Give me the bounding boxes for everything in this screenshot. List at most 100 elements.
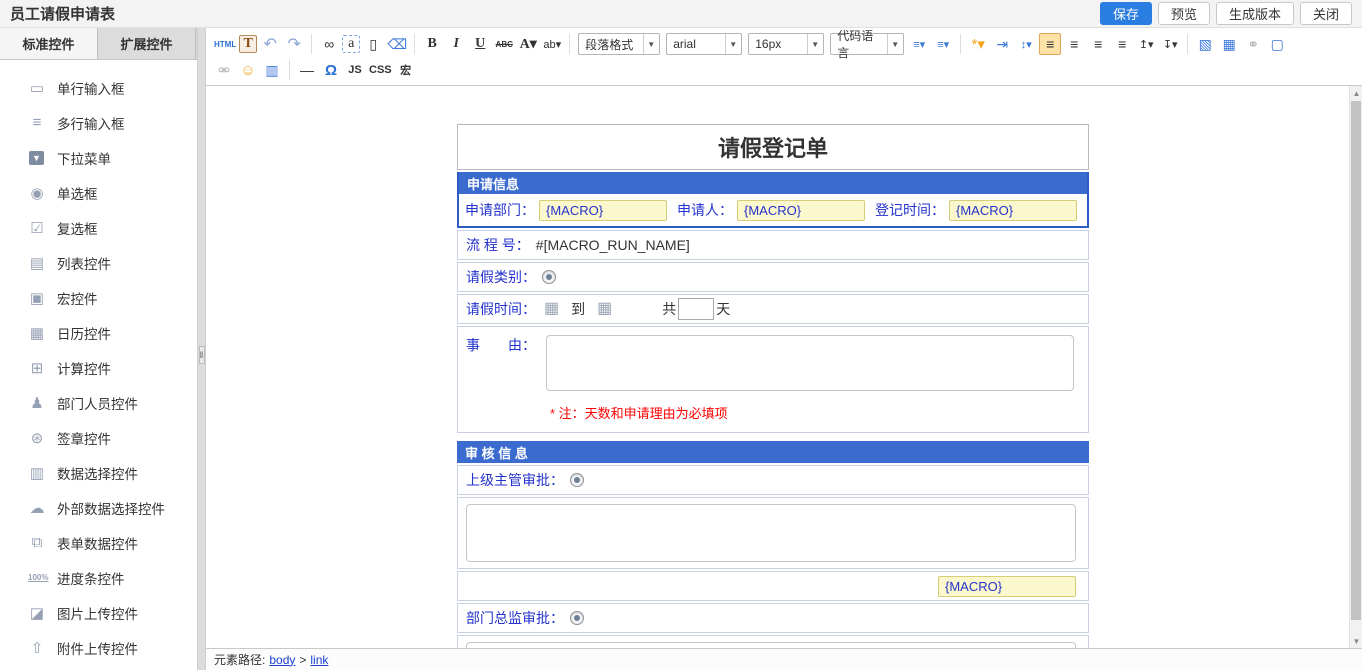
supervisor-macro-input[interactable]: {MACRO} <box>938 576 1076 597</box>
sidebar-item-external-data-control[interactable]: ☁外部数据选择控件 <box>0 490 197 525</box>
font-family-select[interactable]: arial▼ <box>666 33 742 55</box>
sidebar-item-multi-line-input[interactable]: ≡多行输入框 <box>0 105 197 140</box>
underline-icon[interactable]: U <box>469 33 491 55</box>
strikethrough-icon[interactable]: ABC <box>493 33 515 55</box>
fullscreen-icon[interactable]: ▢ <box>1266 33 1288 55</box>
sidebar-item-dept-person-control[interactable]: ♟部门人员控件 <box>0 385 197 420</box>
sidebar-item-calc-control[interactable]: ⊞计算控件 <box>0 350 197 385</box>
align-center-icon[interactable]: ≡ <box>1063 33 1085 55</box>
single-line-input-icon: ▭ <box>28 79 46 97</box>
align-justify-icon[interactable]: ≡ <box>1111 33 1133 55</box>
close-button[interactable]: 关闭 <box>1300 2 1352 25</box>
scrollbar-thumb[interactable] <box>1351 101 1361 620</box>
insert-table-icon[interactable]: ▦ <box>1218 33 1240 55</box>
form-data-icon: ⧉ <box>28 534 46 551</box>
sidebar-item-radio-box[interactable]: ◉单选框 <box>0 175 197 210</box>
sidebar-item-image-upload-control[interactable]: ◪图片上传控件 <box>0 595 197 630</box>
insert-link-icon[interactable]: ⚭ <box>1242 33 1264 55</box>
preview-button[interactable]: 预览 <box>1158 2 1210 25</box>
dept-macro-input[interactable]: {MACRO} <box>539 200 667 221</box>
font-color-icon[interactable]: A▾ <box>517 33 539 55</box>
sidebar-item-progress-control[interactable]: 100%进度条控件 <box>0 560 197 595</box>
applicant-macro-input[interactable]: {MACRO} <box>737 200 865 221</box>
insert-js-icon[interactable]: JS <box>344 59 366 81</box>
reason-textarea[interactable] <box>546 335 1074 391</box>
checkbox-icon: ☑ <box>28 219 46 237</box>
sidebar-item-form-data-control[interactable]: ⧉表单数据控件 <box>0 525 197 560</box>
page-layout-icon[interactable]: ▥ <box>261 59 283 81</box>
panel-splitter[interactable]: ‖ <box>197 28 206 670</box>
sidebar-item-dropdown-menu[interactable]: ▼下拉菜单 <box>0 140 197 175</box>
apply-info-fields: 申请部门： {MACRO} 申请人： {MACRO} 登记时间： {MACRO} <box>459 194 1087 226</box>
new-page-icon[interactable]: ▯ <box>362 33 384 55</box>
insert-image-icon[interactable]: ▧ <box>1194 33 1216 55</box>
leave-type-radio[interactable] <box>542 270 556 284</box>
path-separator: > <box>299 653 306 667</box>
toolbar-separator <box>569 34 570 54</box>
valign-top-icon[interactable]: ↥▾ <box>1135 33 1157 55</box>
scroll-down-icon[interactable]: ▼ <box>1350 634 1362 648</box>
align-right-icon[interactable]: ≡ <box>1087 33 1109 55</box>
code-language-select[interactable]: 代码语言▼ <box>830 33 904 55</box>
register-time-macro-input[interactable]: {MACRO} <box>949 200 1077 221</box>
director-comment-textarea[interactable] <box>466 642 1076 648</box>
italic-icon[interactable]: I <box>445 33 467 55</box>
insert-css-icon[interactable]: CSS <box>368 59 393 81</box>
font-size-select[interactable]: 16px▼ <box>748 33 824 55</box>
indent-icon[interactable]: ⇥ <box>991 33 1013 55</box>
html-source-icon[interactable]: HTML <box>213 33 237 55</box>
supervisor-radio[interactable] <box>570 473 584 487</box>
sidebar-item-list-control[interactable]: ▤列表控件 <box>0 245 197 280</box>
redo-icon[interactable]: ↷ <box>283 33 305 55</box>
flow-number-value: #[MACRO_RUN_NAME] <box>536 237 690 253</box>
vertical-scrollbar[interactable]: ▲ ▼ <box>1349 86 1362 648</box>
valign-bottom-icon[interactable]: ↧▾ <box>1159 33 1181 55</box>
macro-window-icon: ▣ <box>28 289 46 307</box>
find-replace-icon[interactable]: ∞ <box>318 33 340 55</box>
emoticon-icon[interactable]: ☺ <box>237 59 259 81</box>
paragraph-format-select[interactable]: 段落格式▼ <box>578 33 660 55</box>
save-button[interactable]: 保存 <box>1100 2 1152 25</box>
sidebar-item-seal-control[interactable]: ⊛签章控件 <box>0 420 197 455</box>
director-radio[interactable] <box>570 611 584 625</box>
horizontal-rule-icon[interactable]: — <box>296 59 318 81</box>
special-char-icon[interactable]: Ω <box>320 59 342 81</box>
generate-version-button[interactable]: 生成版本 <box>1216 2 1294 25</box>
chevron-down-icon: ▼ <box>887 34 899 54</box>
tab-extended-controls[interactable]: 扩展控件 <box>98 28 196 59</box>
line-height-icon[interactable]: ↕▾ <box>1015 33 1037 55</box>
director-row: 部门总监审批： <box>457 603 1089 633</box>
sidebar-item-macro-control[interactable]: ▣宏控件 <box>0 280 197 315</box>
editor-canvas[interactable]: 请假登记单 申请信息 申请部门： {MACRO} 申请人： {MACRO} 登记… <box>206 86 1362 648</box>
ordered-list-icon[interactable]: ≡▾ <box>908 33 930 55</box>
highlight-color-icon[interactable]: ab▾ <box>541 33 563 55</box>
splitter-grip-icon[interactable]: ‖ <box>199 346 205 364</box>
sidebar-item-file-upload-control[interactable]: ⇧附件上传控件 <box>0 630 197 665</box>
sidebar-item-calendar-control[interactable]: ▦日历控件 <box>0 315 197 350</box>
bold-icon[interactable]: B <box>421 33 443 55</box>
days-input[interactable] <box>678 298 714 320</box>
scroll-up-icon[interactable]: ▲ <box>1350 86 1362 100</box>
path-link-link[interactable]: link <box>310 653 328 667</box>
supervisor-comment-textarea[interactable] <box>466 504 1076 562</box>
unlink-icon[interactable]: ⚮ <box>213 59 235 81</box>
end-date-calendar-icon[interactable]: ▦ <box>597 301 612 317</box>
unordered-list-icon[interactable]: ≡▾ <box>932 33 954 55</box>
remove-format-icon[interactable]: ⌫ <box>386 33 408 55</box>
tab-standard-controls[interactable]: 标准控件 <box>0 28 98 59</box>
radio-icon: ◉ <box>28 184 46 202</box>
format-brush-icon[interactable]: *▾ <box>967 33 989 55</box>
undo-icon[interactable]: ↶ <box>259 33 281 55</box>
paste-text-icon[interactable]: T <box>239 35 257 53</box>
sidebar-item-checkbox[interactable]: ☑复选框 <box>0 210 197 245</box>
insert-macro-icon[interactable]: 宏 <box>395 59 417 81</box>
image-upload-icon: ◪ <box>28 604 46 622</box>
sidebar-item-single-line-input[interactable]: ▭单行输入框 <box>0 70 197 105</box>
editor-column: HTML T ↶ ↷ ∞ a ▯ ⌫ B I U ABC A▾ ab▾ 段落格式… <box>206 28 1362 670</box>
toolbar-separator <box>414 34 415 54</box>
path-body-link[interactable]: body <box>269 653 295 667</box>
select-all-icon[interactable]: a <box>342 35 360 53</box>
align-left-icon[interactable]: ≡ <box>1039 33 1061 55</box>
sidebar-item-data-select-control[interactable]: ▥数据选择控件 <box>0 455 197 490</box>
start-date-calendar-icon[interactable]: ▦ <box>544 301 559 317</box>
